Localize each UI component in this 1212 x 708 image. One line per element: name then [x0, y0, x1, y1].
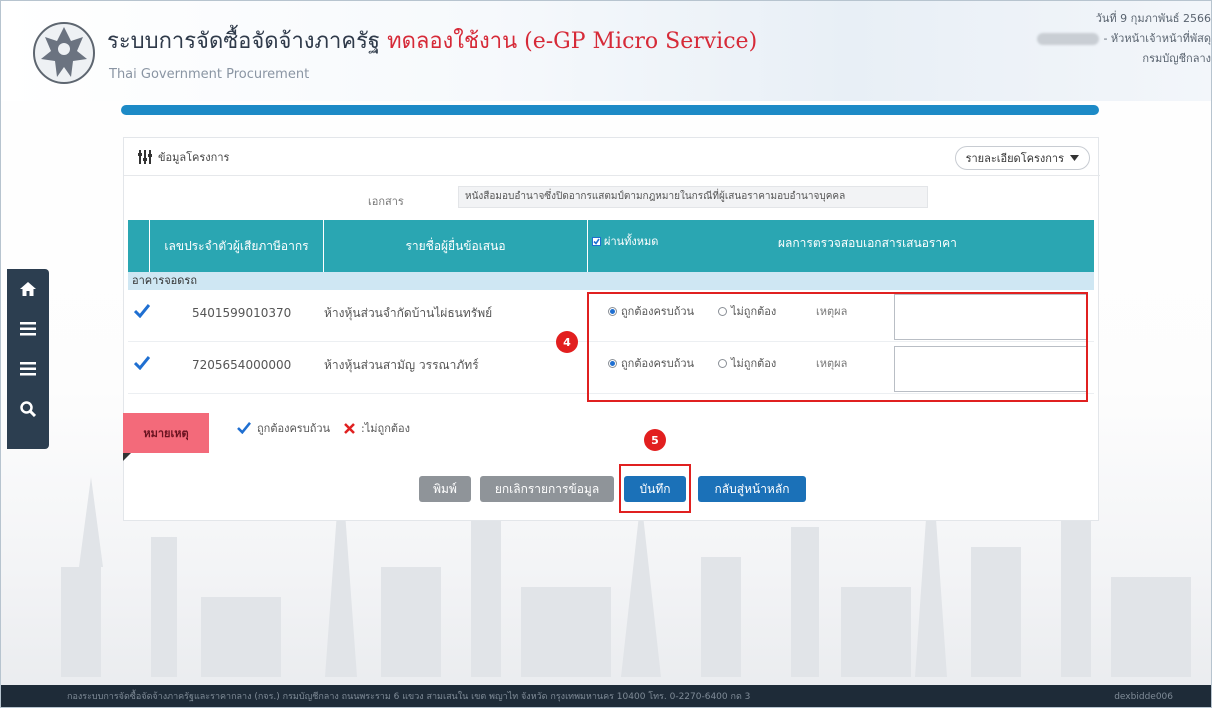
left-sidebar — [7, 269, 49, 449]
current-date: วันที่ 9 กุมภาพันธ์ 2566 — [1095, 12, 1211, 25]
bidder-name: ห้างหุ้นส่วนสามัญ วรรณาภัทร์ — [324, 358, 479, 372]
footer: กองระบบการจัดซื้อจัดจ้างภาครัฐและราคากลา… — [1, 685, 1211, 707]
user-role: - หัวหน้าเจ้าหน้าที่พัสดุ — [1103, 32, 1211, 45]
panel-title: ข้อมูลโครงการ — [138, 148, 229, 166]
home-icon — [20, 282, 36, 296]
app-title-test: ทดลองใช้งาน (e-GP Micro Service) — [387, 29, 758, 54]
footer-address: กองระบบการจัดซื้อจัดจ้างภาครัฐและราคากลา… — [67, 692, 751, 702]
group-row: อาคารจอดรถ — [128, 272, 1094, 290]
legend: ถูกต้องครบถ้วน :ไม่ถูกต้อง — [237, 419, 410, 437]
back-home-button[interactable]: กลับสู่หน้าหลัก — [698, 476, 806, 502]
header-check-col — [128, 220, 150, 272]
nav-search[interactable] — [7, 389, 49, 429]
step4-highlight — [587, 292, 1088, 402]
blurred-username — [1037, 33, 1100, 45]
document-label: เอกสาร — [368, 195, 404, 208]
menu-icon — [20, 322, 36, 336]
check-icon — [134, 356, 150, 370]
select-all-checkbox[interactable]: ผ่านทั้งหมด — [592, 232, 658, 250]
legend-correct: ถูกต้องครบถ้วน — [257, 422, 331, 435]
nav-home[interactable] — [7, 269, 49, 309]
site-header: ระบบการจัดซื้อจัดจ้างภาครัฐ ทดลองใช้งาน … — [1, 1, 1211, 101]
table-header: เลขประจำตัวผู้เสียภาษีอากร รายชื่อผู้ยื่… — [128, 220, 1094, 272]
note-tab: หมายเหตุ — [123, 413, 209, 461]
project-detail-label: รายละเอียดโครงการ — [965, 152, 1064, 165]
check-icon — [237, 422, 251, 434]
sliders-icon — [138, 150, 152, 164]
search-icon — [20, 401, 36, 417]
panel-header: ข้อมูลโครงการ รายละเอียดโครงการ — [124, 138, 1100, 176]
result-column-label: ผลการตรวจสอบเอกสารเสนอราคา — [778, 236, 957, 250]
page: ระบบการจัดซื้อจัดจ้างภาครัฐ ทดลองใช้งาน … — [0, 0, 1212, 708]
cross-icon — [344, 422, 355, 434]
app-title-main: ระบบการจัดซื้อจัดจ้างภาครัฐ — [107, 29, 381, 54]
bidder-name: ห้างหุ้นส่วนจำกัดบ้านไผ่ธนทรัพย์ — [324, 306, 493, 320]
legend-incorrect: :ไม่ถูกต้อง — [361, 422, 410, 435]
checkbox-checked-icon — [592, 236, 601, 246]
user-role-line: - หัวหน้าเจ้าหน้าที่พัสดุ — [1037, 29, 1211, 49]
save-button[interactable]: บันทึก — [624, 476, 686, 502]
tax-id: 5401599010370 — [192, 306, 292, 320]
document-row: เอกสาร หนังสือมอบอำนาจซึ่งปิดอากรแสตมป์ต… — [124, 184, 1100, 212]
tax-id: 7205654000000 — [192, 358, 292, 372]
panel-title-text: ข้อมูลโครงการ — [158, 151, 230, 164]
select-all-label: ผ่านทั้งหมด — [604, 235, 659, 248]
app-subtitle: Thai Government Procurement — [109, 67, 310, 82]
step-5-badge: 5 — [644, 429, 666, 451]
print-button[interactable]: พิมพ์ — [419, 476, 471, 502]
header-bidder-name: รายชื่อผู้ยื่นข้อเสนอ — [324, 220, 588, 272]
user-department: กรมบัญชีกลาง — [1142, 52, 1211, 65]
document-value: หนังสือมอบอำนาจซึ่งปิดอากรแสตมป์ตามกฎหมา… — [458, 186, 928, 208]
user-info: วันที่ 9 กุมภาพันธ์ 2566 - หัวหน้าเจ้าหน… — [1037, 9, 1211, 69]
header-progress-bar — [121, 105, 1099, 115]
nav-menu[interactable] — [7, 309, 49, 349]
cancel-data-button[interactable]: ยกเลิกรายการข้อมูล — [480, 476, 614, 502]
caret-down-icon — [1070, 155, 1079, 161]
nav-menu-2[interactable] — [7, 349, 49, 389]
header-result: ผ่านทั้งหมด ผลการตรวจสอบเอกสารเสนอราคา — [588, 220, 1094, 272]
menu-icon — [20, 362, 36, 376]
step-4-badge: 4 — [556, 331, 578, 353]
header-tax-id: เลขประจำตัวผู้เสียภาษีอากร — [150, 220, 324, 272]
check-icon — [134, 304, 150, 318]
project-detail-button[interactable]: รายละเอียดโครงการ — [954, 146, 1090, 170]
app-title: ระบบการจัดซื้อจัดจ้างภาครัฐ ทดลองใช้งาน … — [107, 23, 757, 58]
footer-server: dexbidde006 — [1114, 692, 1173, 702]
garuda-logo — [33, 22, 95, 84]
